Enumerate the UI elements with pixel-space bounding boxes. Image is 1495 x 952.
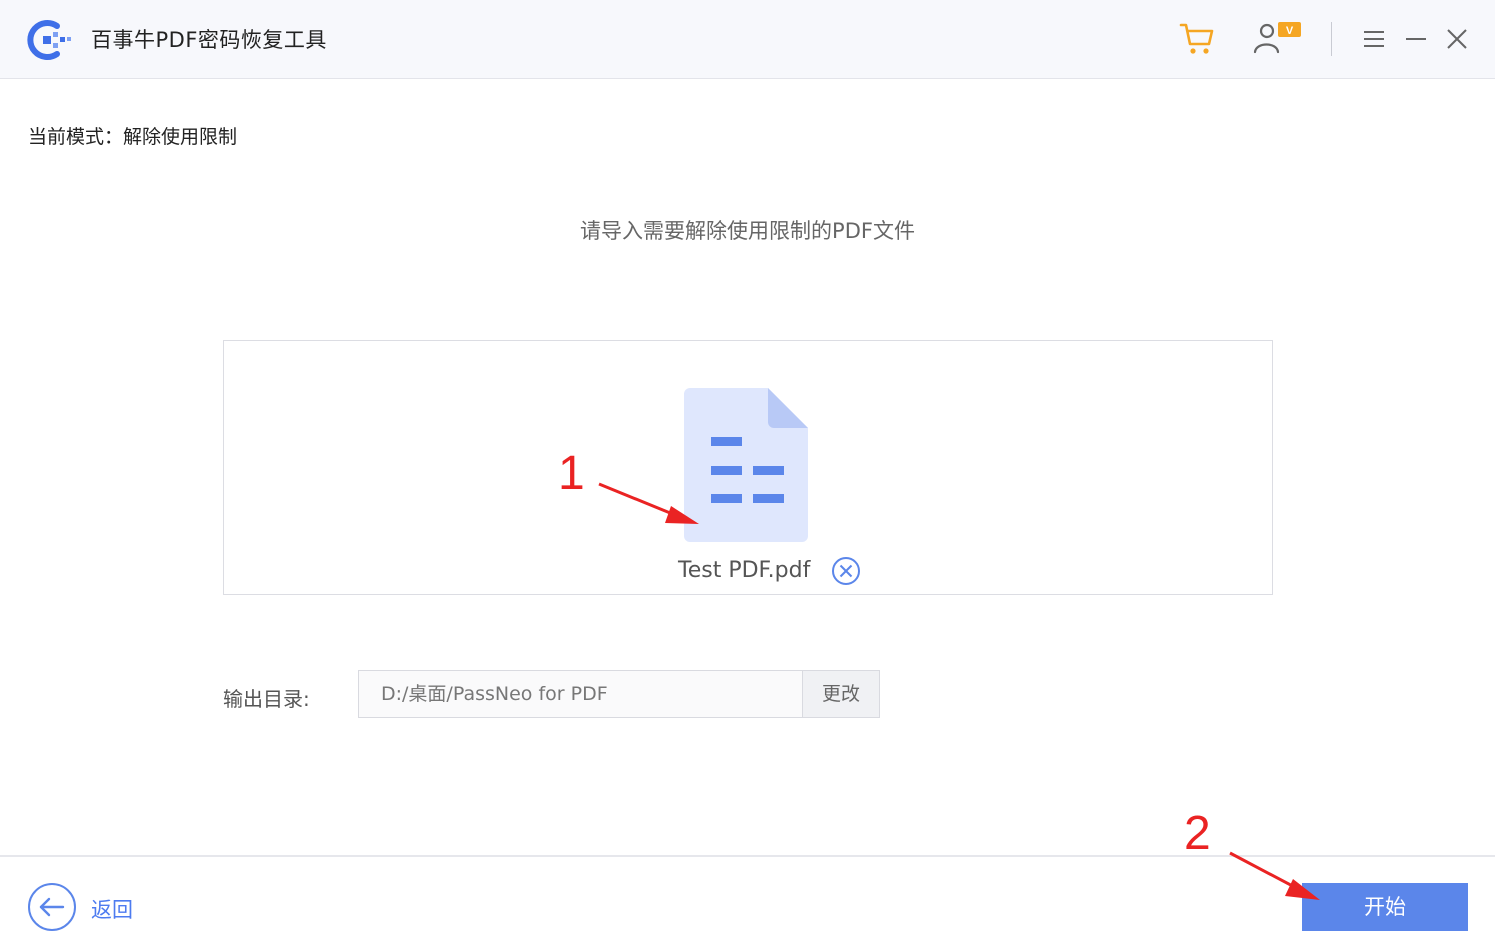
remove-file-icon[interactable] [831,556,861,586]
back-button[interactable]: 返回 [27,882,157,934]
back-label: 返回 [91,898,133,922]
current-mode-label: 当前模式：解除使用限制 [28,126,238,148]
menu-icon[interactable] [1361,26,1387,52]
titlebar-separator [1331,22,1332,56]
back-arrow-icon [28,883,76,931]
svg-text:V: V [1286,25,1294,37]
start-button[interactable]: 开始 [1302,883,1468,931]
title-bar: 百事牛PDF密码恢复工具 V [0,0,1495,79]
minimize-icon[interactable] [1403,26,1429,52]
output-directory-field[interactable]: D:/桌面/PassNeo for PDF [358,670,803,718]
footer-divider [0,855,1495,857]
cart-icon[interactable] [1178,20,1216,56]
app-title: 百事牛PDF密码恢复工具 [91,28,327,52]
pdf-file-icon[interactable] [684,388,808,542]
app-logo-icon [27,20,71,60]
user-vip-icon[interactable]: V [1251,19,1303,57]
app-window: 百事牛PDF密码恢复工具 V 当前模式：解除使用限制 请导入需要解除使用限制的P… [0,0,1495,952]
annotation-step-2: 2 [1184,807,1211,860]
file-name-label: Test PDF.pdf [678,558,811,583]
change-directory-button[interactable]: 更改 [802,670,880,718]
import-prompt: 请导入需要解除使用限制的PDF文件 [580,219,915,243]
annotation-step-1: 1 [558,447,585,500]
output-directory-label: 输出目录: [223,687,310,711]
close-icon[interactable] [1444,26,1470,52]
